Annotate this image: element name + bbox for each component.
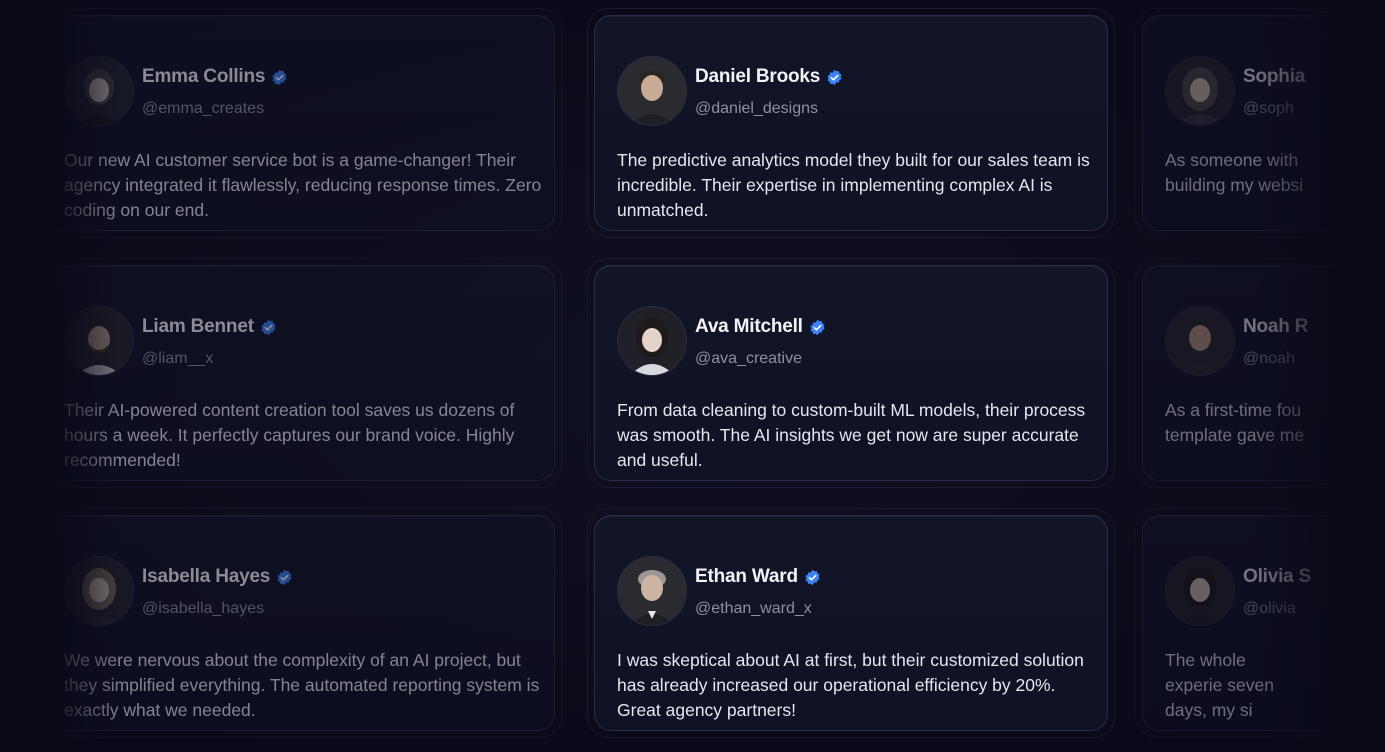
testimonial-quote: Their AI-powered content creation tool s… bbox=[64, 400, 515, 470]
testimonial-quote: As someone with building my websi bbox=[1165, 150, 1304, 195]
author-handle: @emma_creates bbox=[142, 100, 265, 117]
author-name: Isabella Hayes bbox=[142, 566, 271, 587]
testimonials-section: Emma Collins @emma_creates Our new AI cu… bbox=[0, 0, 1385, 752]
testimonials-grid: Emma Collins @emma_creates Our new AI cu… bbox=[0, 0, 1385, 752]
verified-badge-icon bbox=[261, 319, 276, 335]
verified-badge-icon bbox=[272, 69, 287, 85]
testimonial-card: Ethan Ward @ethan_ward_x I was skeptical… bbox=[587, 508, 1115, 738]
avatar bbox=[617, 556, 687, 626]
verified-badge-icon bbox=[827, 69, 842, 85]
author-name: Liam Bennet bbox=[142, 316, 254, 337]
avatar bbox=[64, 56, 134, 126]
author-name: Noah R bbox=[1243, 316, 1309, 337]
testimonial-quote: I was skeptical about AI at first, but t… bbox=[617, 650, 1084, 720]
verified-badge-icon bbox=[805, 569, 820, 585]
author-handle: @noah bbox=[1243, 350, 1295, 367]
man-portrait-icon bbox=[618, 557, 686, 625]
testimonial-card: Sophia @soph As someone with building my… bbox=[1135, 8, 1385, 238]
avatar bbox=[1165, 556, 1235, 626]
woman-portrait-icon bbox=[618, 307, 686, 375]
author-name: Emma Collins bbox=[142, 66, 266, 87]
man-portrait-icon bbox=[1166, 307, 1234, 375]
testimonial-card: Emma Collins @emma_creates Our new AI cu… bbox=[34, 8, 562, 238]
author-handle: @ava_creative bbox=[695, 350, 802, 367]
author-handle: @daniel_designs bbox=[695, 100, 818, 117]
testimonial-quote: We were nervous about the complexity of … bbox=[64, 650, 540, 720]
author-name: Ava Mitchell bbox=[695, 316, 803, 337]
avatar bbox=[1165, 306, 1235, 376]
author-name: Ethan Ward bbox=[695, 566, 798, 587]
woman-portrait-icon bbox=[65, 57, 133, 125]
avatar bbox=[617, 56, 687, 126]
avatar bbox=[617, 306, 687, 376]
testimonial-card: Noah R @noah As a first-time fou templat… bbox=[1135, 258, 1385, 488]
testimonial-card: Olivia S @olivia The whole experie seven… bbox=[1135, 508, 1385, 738]
testimonial-card: Isabella Hayes @isabella_hayes We were n… bbox=[34, 508, 562, 738]
verified-badge-icon bbox=[810, 319, 825, 335]
avatar bbox=[1165, 56, 1235, 126]
author-handle: @soph bbox=[1243, 100, 1294, 117]
man-portrait-icon bbox=[65, 307, 133, 375]
author-handle: @ethan_ward_x bbox=[695, 600, 812, 617]
woman-portrait-icon bbox=[65, 557, 133, 625]
man-portrait-icon bbox=[618, 57, 686, 125]
testimonial-card: Ava Mitchell @ava_creative From data cle… bbox=[587, 258, 1115, 488]
woman-portrait-icon bbox=[1166, 557, 1234, 625]
woman-portrait-icon bbox=[1166, 57, 1234, 125]
author-name: Olivia S bbox=[1243, 566, 1312, 587]
testimonial-quote: Our new AI customer service bot is a gam… bbox=[64, 150, 542, 220]
author-name: Daniel Brooks bbox=[695, 66, 821, 87]
author-name: Sophia bbox=[1243, 66, 1306, 87]
testimonial-quote: The predictive analytics model they buil… bbox=[617, 150, 1090, 220]
testimonial-quote: The whole experie seven days, my si bbox=[1165, 650, 1274, 720]
author-handle: @liam__x bbox=[142, 350, 214, 367]
author-handle: @olivia bbox=[1243, 600, 1296, 617]
avatar bbox=[64, 556, 134, 626]
testimonial-card: Liam Bennet @liam__x Their AI-powered co… bbox=[34, 258, 562, 488]
testimonial-card: Daniel Brooks @daniel_designs The predic… bbox=[587, 8, 1115, 238]
testimonial-quote: As a first-time fou template gave me bbox=[1165, 400, 1305, 445]
testimonial-quote: From data cleaning to custom-built ML mo… bbox=[617, 400, 1086, 470]
avatar bbox=[64, 306, 134, 376]
verified-badge-icon bbox=[277, 569, 292, 585]
author-handle: @isabella_hayes bbox=[142, 600, 265, 617]
